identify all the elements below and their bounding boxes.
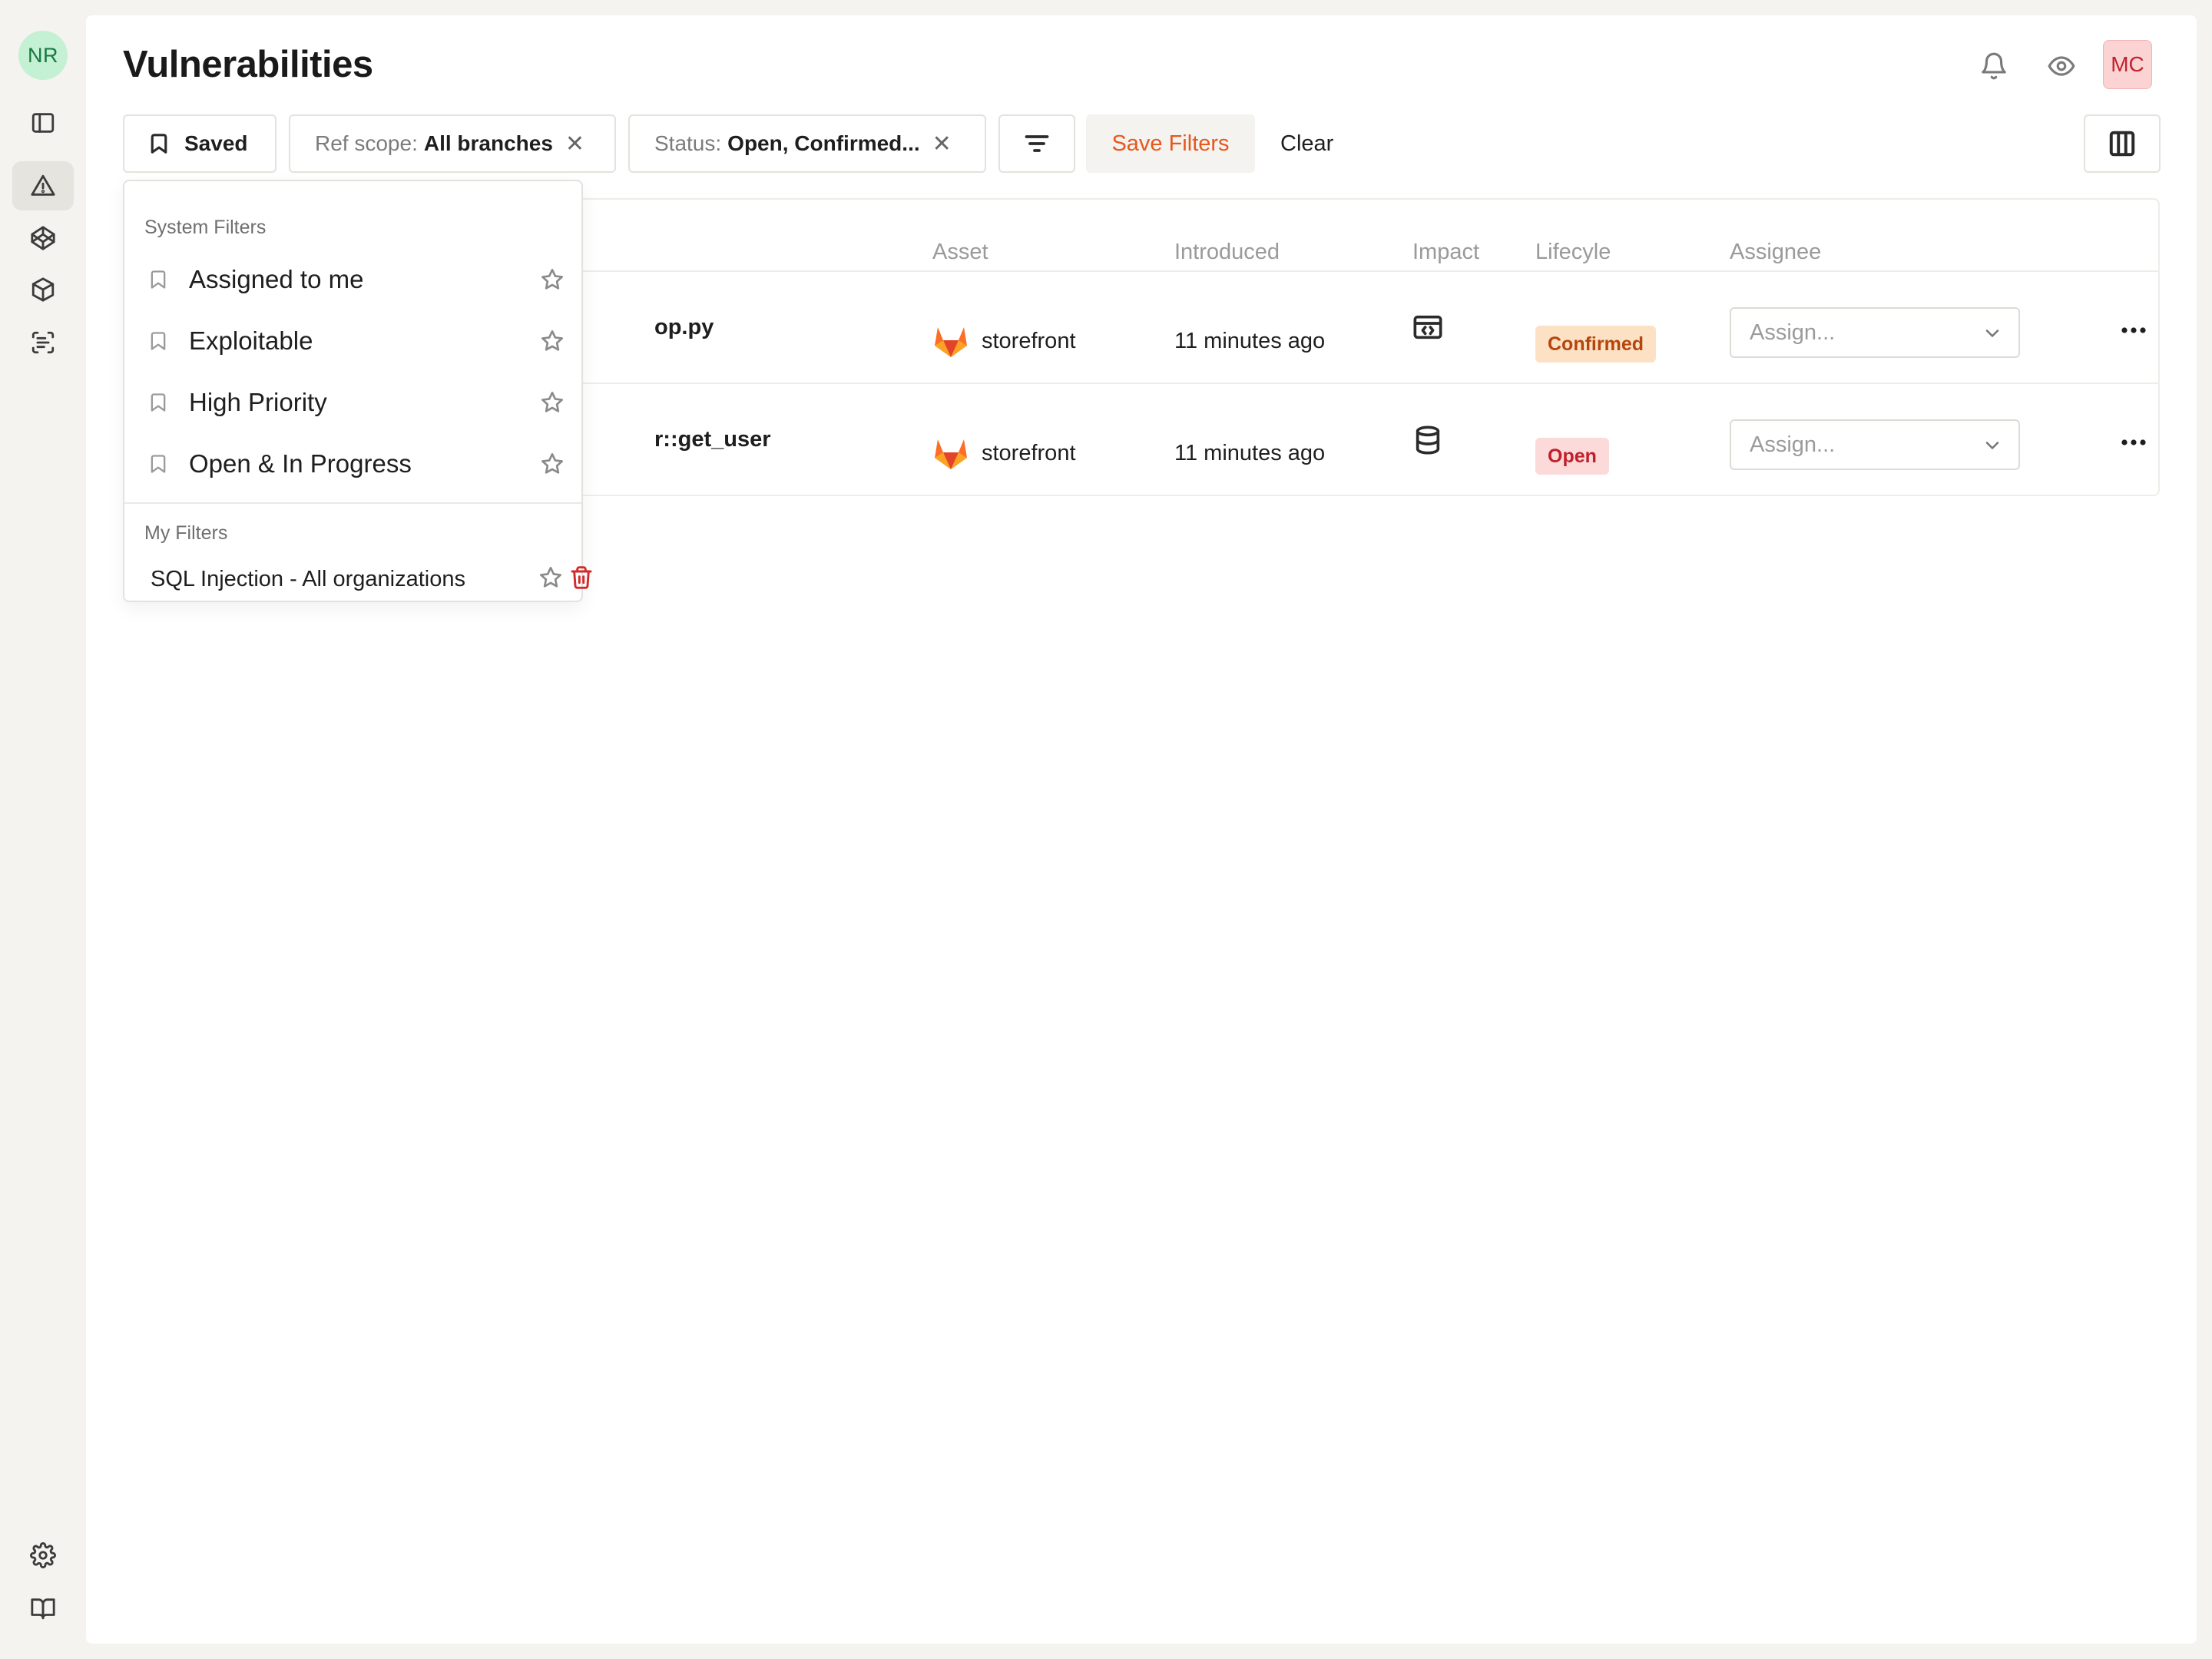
saved-filter-item[interactable]: Exploitable: [135, 313, 571, 369]
notifications-button[interactable]: [1975, 48, 2012, 84]
remove-ref-scope-icon[interactable]: ✕: [565, 131, 584, 157]
chevron-down-icon: [1985, 329, 1999, 337]
columns-toggle-button[interactable]: [2084, 114, 2161, 173]
saved-filters-button[interactable]: Saved: [123, 114, 276, 173]
bookmark-icon: [151, 332, 166, 350]
vulnerability-title[interactable]: r::get_user: [654, 427, 771, 452]
assignee-select[interactable]: Assign...: [1730, 419, 2020, 470]
filter-lines-icon: [1025, 135, 1049, 152]
save-filters-button[interactable]: Save Filters: [1086, 114, 1255, 173]
trash-icon: [571, 566, 592, 589]
gitlab-icon: [935, 327, 967, 357]
impact-cell: [1412, 312, 1443, 343]
page-title: Vulnerabilities: [123, 44, 373, 85]
saved-filter-label: Open & In Progress: [189, 449, 412, 478]
saved-filter-label: High Priority: [189, 388, 327, 416]
assignee-select[interactable]: Assign...: [1730, 307, 2020, 358]
ref-scope-value: All branches: [423, 131, 553, 155]
favorite-filter-button[interactable]: [538, 565, 563, 590]
filter-options-button[interactable]: [998, 114, 1075, 173]
saved-filter-label: Exploitable: [189, 326, 313, 355]
saved-filters-dropdown: System Filters Assigned to me Exploitabl…: [123, 180, 592, 602]
bookmark-icon: [151, 134, 167, 154]
sidebar-toggle-button[interactable]: [12, 98, 74, 147]
codepen-icon: [31, 226, 55, 250]
main-panel: Vulnerabilities MC Saved Ref scope: All …: [86, 15, 2197, 1644]
row-actions-button[interactable]: [2118, 315, 2149, 346]
settings-icon: [30, 1542, 56, 1568]
saved-filter-item[interactable]: High Priority: [135, 375, 571, 430]
star-icon[interactable]: [540, 390, 565, 415]
star-icon[interactable]: [540, 267, 565, 292]
nav-vulnerabilities[interactable]: [12, 161, 74, 210]
status-badge: Confirmed: [1535, 326, 1656, 363]
column-header-impact[interactable]: Impact: [1412, 240, 1479, 265]
more-horizontal-icon: [2121, 327, 2146, 333]
nav-packages[interactable]: [12, 265, 74, 314]
saved-label: Saved: [184, 131, 248, 155]
asset-name[interactable]: storefront: [982, 441, 1076, 466]
gitlab-icon: [935, 439, 967, 469]
bookmark-icon: [151, 270, 166, 289]
introduced-time: 11 minutes ago: [1174, 441, 1326, 465]
system-filters-heading: System Filters: [144, 217, 267, 238]
delete-filter-button[interactable]: [569, 565, 594, 590]
ref-scope-filter-chip[interactable]: Ref scope: All branches ✕: [289, 114, 616, 173]
column-header-assignee[interactable]: Assignee: [1730, 240, 1821, 265]
ref-scope-label: Ref scope:: [315, 131, 418, 155]
saved-filter-item[interactable]: Assigned to me: [135, 252, 571, 307]
status-label: Status:: [654, 131, 722, 155]
database-icon: [1416, 426, 1440, 455]
eye-icon: [2048, 56, 2075, 76]
saved-filter-label: Assigned to me: [189, 265, 364, 293]
introduced-time: 11 minutes ago: [1174, 329, 1326, 353]
column-header-lifecycle[interactable]: Lifecyle: [1535, 240, 1611, 265]
columns-icon: [2109, 131, 2135, 157]
star-icon[interactable]: [540, 329, 565, 353]
settings-button[interactable]: [12, 1531, 74, 1580]
book-open-icon: [31, 1598, 55, 1620]
workspace-avatar[interactable]: NR: [18, 31, 68, 80]
chevron-down-icon: [1985, 442, 1999, 449]
left-rail: NR: [0, 0, 86, 1659]
star-icon: [540, 567, 561, 588]
impact-cell: [1412, 425, 1443, 455]
package-icon: [31, 277, 55, 302]
bookmark-icon: [151, 393, 166, 412]
user-avatar[interactable]: MC: [2103, 40, 2152, 89]
row-actions-button[interactable]: [2118, 427, 2149, 458]
docs-button[interactable]: [12, 1584, 74, 1633]
nav-scan[interactable]: [12, 318, 74, 367]
alert-triangle-icon: [31, 174, 55, 196]
saved-filter-item[interactable]: Open & In Progress: [135, 436, 571, 492]
column-header-asset[interactable]: Asset: [932, 240, 988, 265]
dropdown-divider: [124, 502, 581, 504]
vulnerability-title[interactable]: op.py: [654, 315, 714, 340]
nav-codepen[interactable]: [12, 214, 74, 263]
my-filter-item[interactable]: SQL Injection - All organizations: [151, 567, 465, 592]
more-horizontal-icon: [2121, 439, 2146, 445]
star-icon[interactable]: [540, 452, 565, 476]
scan-text-icon: [31, 331, 55, 354]
asset-name[interactable]: storefront: [982, 329, 1076, 354]
column-header-introduced[interactable]: Introduced: [1174, 240, 1280, 265]
my-filters-heading: My Filters: [144, 522, 228, 544]
remove-status-icon[interactable]: ✕: [932, 131, 952, 157]
status-badge: Open: [1535, 438, 1609, 475]
clear-filters-button[interactable]: Clear: [1280, 114, 1333, 173]
sidebar-toggle-icon: [31, 113, 55, 133]
bookmark-icon: [151, 455, 166, 473]
status-filter-chip[interactable]: Status: Open, Confirmed... ✕: [628, 114, 986, 173]
app-window-code-icon: [1413, 315, 1442, 339]
bell-icon: [1982, 52, 2006, 80]
watch-button[interactable]: [2043, 48, 2080, 84]
assignee-placeholder: Assign...: [1750, 432, 1836, 457]
status-value: Open, Confirmed...: [727, 131, 920, 155]
assignee-placeholder: Assign...: [1750, 320, 1836, 345]
